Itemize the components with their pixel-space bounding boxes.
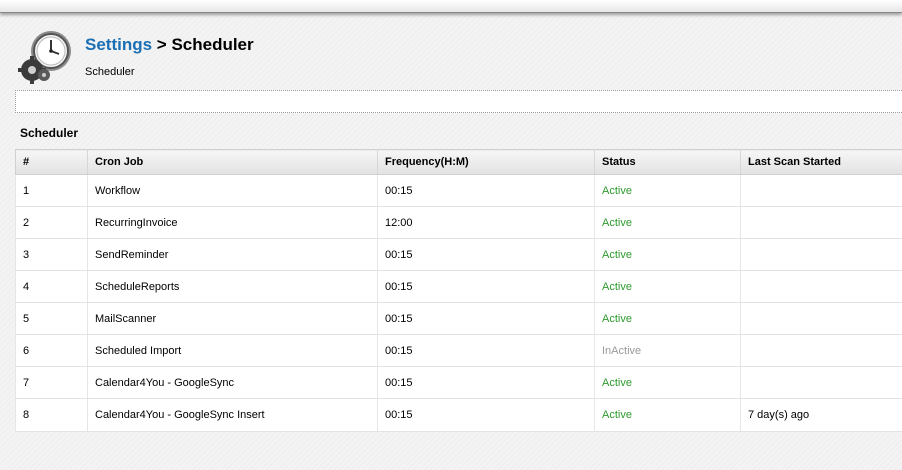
cell-number: 1 [15,174,88,207]
cell-last-scan [740,366,902,399]
cell-last-scan: 7 day(s) ago [740,398,902,432]
cell-status: Active [594,238,741,271]
cell-frequency: 00:15 [377,366,595,399]
cell-status: InActive [594,334,741,367]
table-row[interactable]: 2 RecurringInvoice 12:00 Active [15,206,902,239]
top-bar [0,0,902,13]
cell-status: Active [594,206,741,239]
column-header-frequency: Frequency(H:M) [377,149,595,175]
cell-number: 4 [15,270,88,303]
cell-frequency: 00:15 [377,238,595,271]
cell-number: 8 [15,398,88,432]
cell-number: 3 [15,238,88,271]
cell-last-scan [740,270,902,303]
cell-last-scan [740,174,902,207]
cell-number: 5 [15,302,88,335]
cell-frequency: 00:15 [377,174,595,207]
search-bar[interactable] [15,90,902,113]
cell-cron-job: Calendar4You - GoogleSync [87,366,378,399]
table-row[interactable]: 5 MailScanner 00:15 Active [15,302,902,335]
table-row[interactable]: 1 Workflow 00:15 Active [15,174,902,207]
cell-frequency: 12:00 [377,206,595,239]
cell-number: 6 [15,334,88,367]
column-header-status: Status [594,149,741,175]
cell-cron-job: Scheduled Import [87,334,378,367]
page-subtitle: Scheduler [85,66,135,78]
table-row[interactable]: 6 Scheduled Import 00:15 InActive [15,334,902,367]
column-header-last-scan: Last Scan Started [740,149,902,175]
cell-last-scan [740,334,902,367]
table-row[interactable]: 4 ScheduleReports 00:15 Active [15,270,902,303]
scheduler-table: # Cron Job Frequency(H:M) Status Last Sc… [15,149,902,432]
cell-frequency: 00:15 [377,334,595,367]
breadcrumb-current: Scheduler [171,35,254,54]
cell-status: Active [594,174,741,207]
cell-cron-job: Workflow [87,174,378,207]
breadcrumb-separator: > [152,35,172,54]
column-header-cron-job: Cron Job [87,149,378,175]
section-title: Scheduler [20,126,79,140]
cell-cron-job: RecurringInvoice [87,206,378,239]
cell-cron-job: SendReminder [87,238,378,271]
cell-frequency: 00:15 [377,398,595,432]
cell-status: Active [594,270,741,303]
page-title: Settings > Scheduler [85,35,254,55]
breadcrumb-settings-link[interactable]: Settings [85,35,152,54]
cell-status: Active [594,302,741,335]
cell-status: Active [594,366,741,399]
cell-cron-job: Calendar4You - GoogleSync Insert [87,398,378,432]
cell-number: 7 [15,366,88,399]
cell-last-scan [740,302,902,335]
cell-frequency: 00:15 [377,302,595,335]
cell-status: Active [594,398,741,432]
cell-cron-job: ScheduleReports [87,270,378,303]
clock-gears-icon [18,28,74,84]
cell-number: 2 [15,206,88,239]
table-row[interactable]: 8 Calendar4You - GoogleSync Insert 00:15… [15,398,902,432]
cell-last-scan [740,206,902,239]
column-header-number: # [15,149,88,175]
table-row[interactable]: 7 Calendar4You - GoogleSync 00:15 Active [15,366,902,399]
table-header-row: # Cron Job Frequency(H:M) Status Last Sc… [15,149,902,175]
cell-cron-job: MailScanner [87,302,378,335]
cell-frequency: 00:15 [377,270,595,303]
cell-last-scan [740,238,902,271]
table-row[interactable]: 3 SendReminder 00:15 Active [15,238,902,271]
